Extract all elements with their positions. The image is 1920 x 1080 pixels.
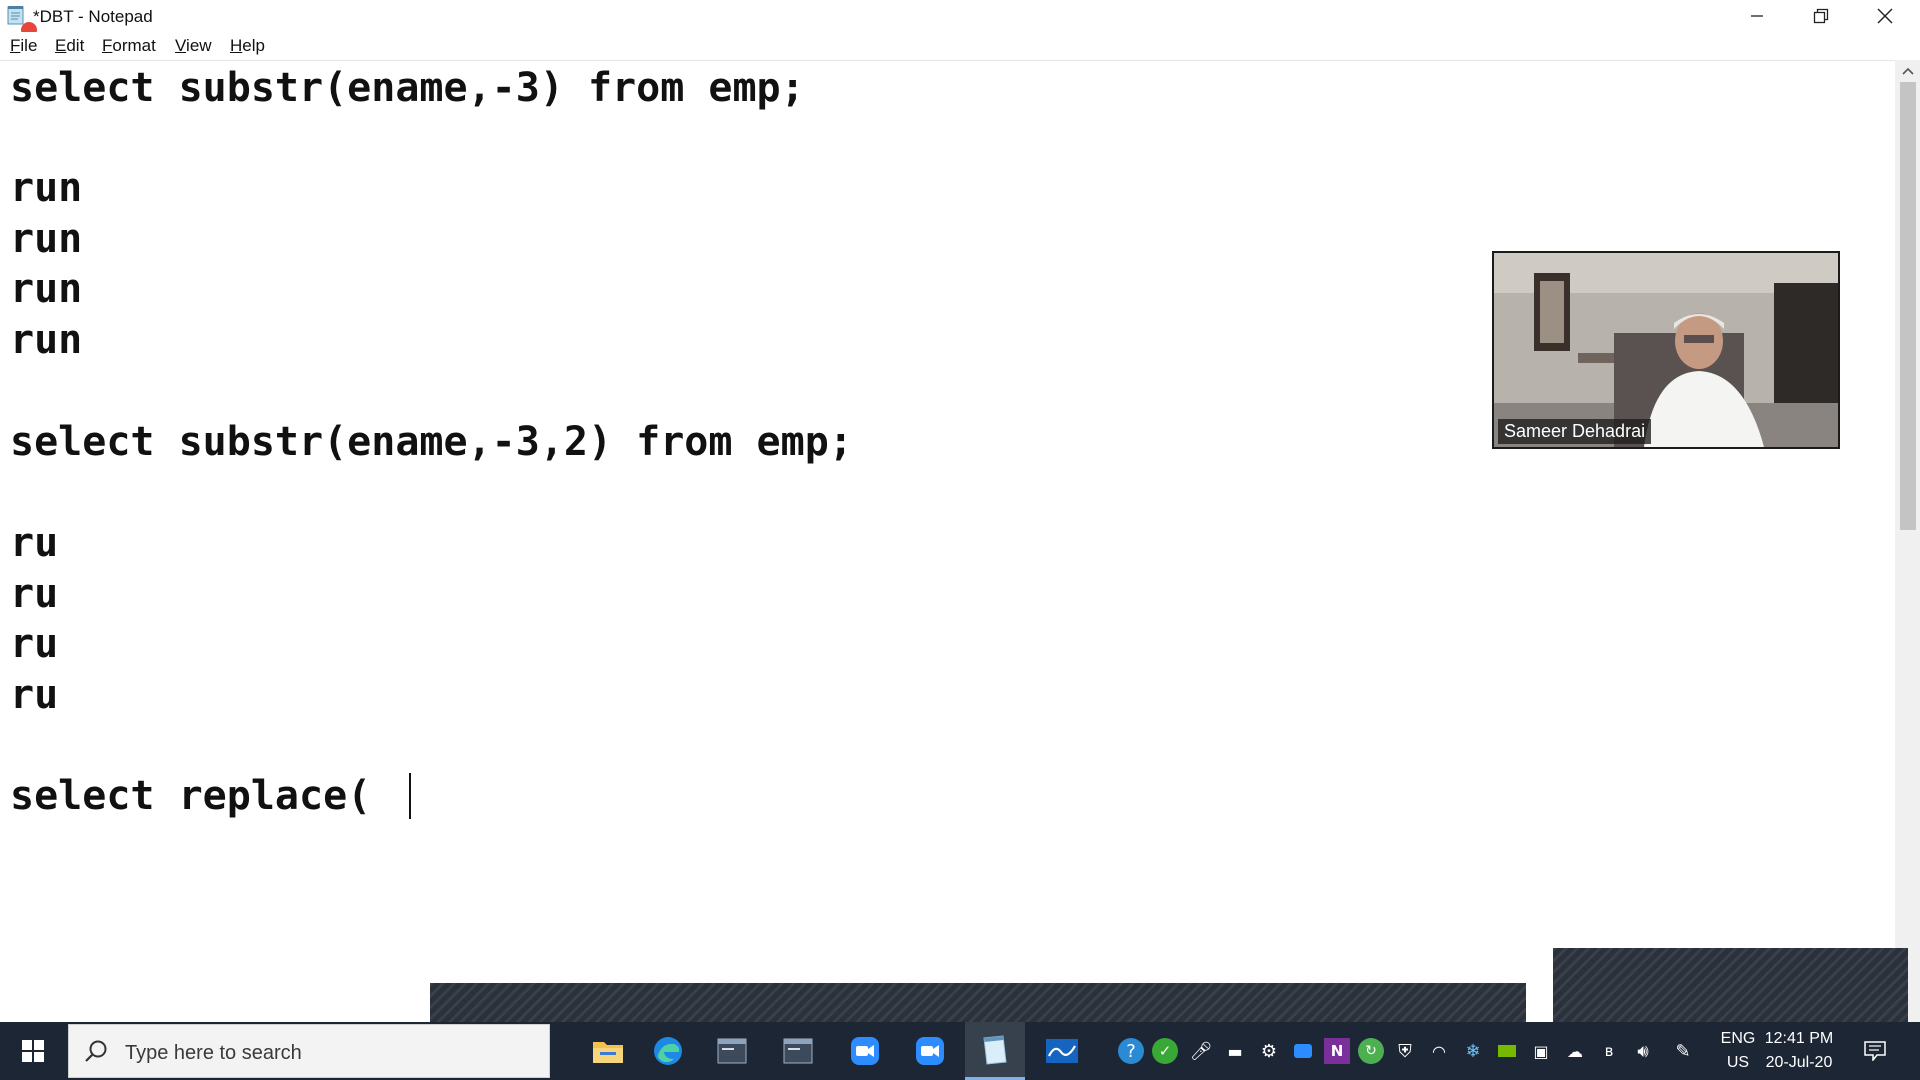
onenote-icon[interactable]: N	[1324, 1038, 1350, 1064]
restore-icon	[1813, 8, 1829, 24]
language-label: ENG	[1720, 1030, 1756, 1047]
editor-line: ru	[10, 621, 59, 667]
start-button[interactable]	[0, 1022, 66, 1080]
taskbar-app-zoom-meeting[interactable]	[900, 1022, 960, 1080]
scroll-up-arrow-icon[interactable]	[1900, 63, 1916, 79]
battery-icon[interactable]: ▬	[1222, 1038, 1248, 1064]
menu-help-label: elp	[242, 36, 265, 55]
scrollbar-thumb[interactable]	[1900, 82, 1916, 530]
cloud-icon[interactable]: ☁	[1562, 1038, 1588, 1064]
video-participant-tile: Sameer Dehadrai	[1492, 251, 1840, 449]
input-language[interactable]: ENG US	[1714, 1027, 1762, 1075]
editor-line: ru	[10, 672, 59, 718]
menu-help-accel: H	[230, 36, 243, 55]
screen: *DBT - Notepad File Edit Format View Hel…	[0, 0, 1920, 1080]
folder-icon	[593, 1042, 623, 1063]
search-input[interactable]	[123, 1035, 527, 1071]
menu-format-accel: F	[102, 36, 113, 55]
power-icon[interactable]: ▣	[1528, 1038, 1554, 1064]
help-icon[interactable]: ?	[1118, 1038, 1144, 1064]
menu-view-label: iew	[186, 36, 212, 55]
close-icon	[1877, 8, 1893, 24]
wifi-icon[interactable]: ◠	[1426, 1038, 1452, 1064]
taskbar-app-sql-plus[interactable]	[702, 1022, 762, 1080]
menu-edit-label: dit	[66, 36, 85, 55]
editor-line: select replace(	[10, 773, 372, 819]
taskbar: ? ✓ 🎤︎ ▬ ⚙︎ N ↻ ⛨ ◠ ❄ ▣ ☁ ʙ 🔊︎ ✎ ENG US …	[0, 1022, 1920, 1080]
microphone-icon[interactable]: 🎤︎	[1188, 1038, 1214, 1064]
editor-line: select substr(ename,-3,2) from emp;	[10, 419, 853, 465]
title-bar: *DBT - Notepad	[0, 0, 1920, 38]
taskbar-app-whiteboard[interactable]	[1032, 1022, 1092, 1080]
minimize-icon	[1751, 15, 1763, 17]
steam-icon[interactable]: ⚙︎	[1256, 1038, 1282, 1064]
menu-format-label: ormat	[112, 36, 156, 55]
editor-line: select substr(ename,-3) from emp;	[10, 65, 805, 111]
menu-edit[interactable]: Edit	[55, 36, 84, 56]
zoom-tray-icon[interactable]	[1290, 1038, 1316, 1064]
editor-line: run	[10, 165, 83, 211]
editor-line: run	[10, 216, 83, 262]
clock-time: 12:41 PM	[1764, 1030, 1834, 1047]
taskbar-app-zoom[interactable]	[835, 1022, 895, 1080]
notifications-icon[interactable]	[1862, 1038, 1888, 1064]
menu-file[interactable]: File	[10, 36, 37, 56]
minimize-button[interactable]	[1726, 0, 1788, 32]
search-icon	[85, 1040, 107, 1062]
windows-logo-icon	[22, 1040, 44, 1062]
window-title: *DBT - Notepad	[33, 7, 153, 26]
shield-icon[interactable]: ⛨	[1392, 1038, 1418, 1064]
menu-bar: File Edit Format View Help	[0, 32, 1920, 60]
editor-line: ru	[10, 520, 59, 566]
edge-browser-icon	[654, 1037, 682, 1065]
editor-line: run	[10, 266, 83, 312]
menu-format[interactable]: Format	[102, 36, 156, 56]
volume-icon[interactable]: 🔊︎	[1630, 1038, 1656, 1064]
menu-help[interactable]: Help	[230, 36, 265, 56]
close-button[interactable]	[1854, 0, 1916, 32]
menu-view-accel: V	[175, 36, 187, 55]
security-check-icon[interactable]: ✓	[1152, 1038, 1178, 1064]
taskbar-app-sql-plus-2[interactable]	[768, 1022, 828, 1080]
screen-share-toolbar-overlay	[430, 983, 1526, 1022]
notepad-icon	[983, 1034, 1007, 1065]
sync-app-icon[interactable]: ↻	[1358, 1038, 1384, 1064]
vertical-scrollbar[interactable]	[1895, 60, 1920, 1022]
snowflake-icon[interactable]: ❄	[1460, 1038, 1486, 1064]
clock-date: 20-Jul-20	[1765, 1054, 1833, 1071]
taskbar-app-edge[interactable]	[638, 1022, 698, 1080]
menu-file-label: ile	[20, 36, 38, 55]
restore-button[interactable]	[1790, 0, 1852, 32]
participant-video-image	[1494, 253, 1838, 447]
text-editor[interactable]: select substr(ename,-3) from emp; run ru…	[0, 60, 1895, 1023]
zoom-icon	[851, 1037, 879, 1065]
editor-line: ru	[10, 571, 59, 617]
zoom-meeting-icon	[916, 1037, 944, 1065]
bluetooth-icon[interactable]: ʙ	[1596, 1038, 1622, 1064]
pen-icon[interactable]: ✎	[1670, 1038, 1696, 1064]
sql-plus-icon	[783, 1038, 813, 1064]
taskbar-app-file-explorer[interactable]	[578, 1022, 638, 1080]
nvidia-icon[interactable]	[1494, 1038, 1520, 1064]
whiteboard-icon	[1046, 1039, 1078, 1063]
region-label: US	[1726, 1054, 1750, 1071]
notepad-icon	[7, 6, 24, 25]
participant-name-label: Sameer Dehadrai	[1498, 419, 1652, 444]
menu-edit-accel: E	[55, 36, 67, 55]
text-caret	[409, 773, 411, 819]
sql-plus-icon	[717, 1038, 747, 1064]
screen-share-controls-overlay	[1553, 948, 1908, 1022]
taskbar-app-notepad[interactable]	[965, 1022, 1025, 1080]
menu-file-accel: F	[10, 36, 21, 55]
editor-line: run	[10, 317, 83, 363]
taskbar-search-box[interactable]	[68, 1024, 550, 1078]
menu-view[interactable]: View	[175, 36, 212, 56]
clock[interactable]: 12:41 PM 20-Jul-20	[1762, 1027, 1836, 1075]
